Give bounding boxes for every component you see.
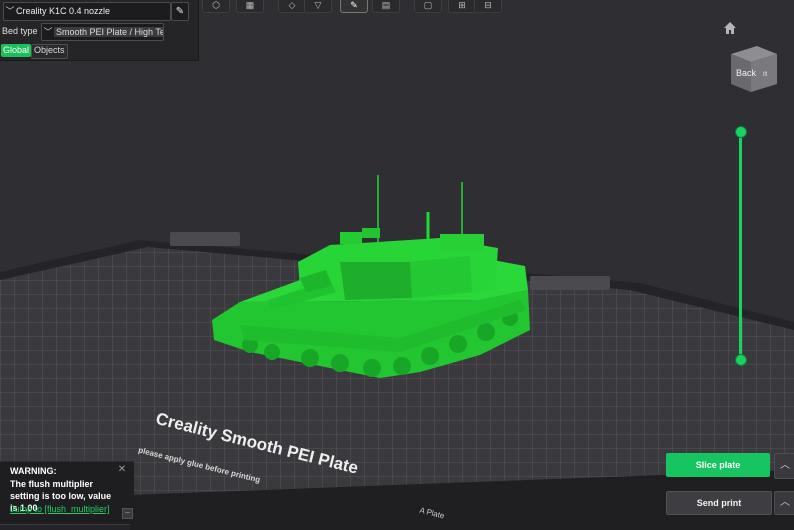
3d-viewport[interactable]: Creality Smooth PEI Plate please apply g… xyxy=(0,0,794,530)
tab-global[interactable]: Global xyxy=(1,44,32,57)
open-icon[interactable]: ⬡ xyxy=(202,0,230,13)
chevron-down-icon: ﹀ xyxy=(5,6,15,16)
warning-notification: WARNING: The flush multiplier setting is… xyxy=(0,461,134,524)
layer-slider-top-handle[interactable] xyxy=(735,126,747,138)
chevron-down-icon: ﹀ xyxy=(43,27,53,37)
layer-icon[interactable]: ▤ xyxy=(372,0,400,13)
chevron-up-icon[interactable]: ︿ xyxy=(774,491,794,515)
top-toolbar: ⬡ ▦ ◇ ▽ ✎ ▤ ▢ ⊞ ⊟ xyxy=(198,0,794,14)
support-paint-icon[interactable]: ✎ xyxy=(340,0,368,13)
printer-name: Creality K1C 0.4 nozzle xyxy=(16,6,111,16)
seam-icon[interactable]: ▢ xyxy=(414,0,442,13)
home-icon[interactable] xyxy=(723,21,737,35)
view-cube-label: Back xyxy=(736,68,757,78)
layer-slider-bottom-handle[interactable] xyxy=(735,354,747,366)
arrange-icon[interactable]: ⊟ xyxy=(474,0,502,13)
cube-icon[interactable]: ◇ xyxy=(278,0,306,13)
printer-select[interactable]: ﹀ Creality K1C 0.4 nozzle xyxy=(3,2,171,21)
plate-tab xyxy=(530,276,610,290)
printer-panel: ﹀ Creality K1C 0.4 nozzle ✎ Bed type ﹀ Smo… xyxy=(0,0,199,61)
pencil-icon[interactable]: ✎ xyxy=(171,2,189,21)
svg-text:lfl: lfl xyxy=(763,72,767,78)
warning-title: WARNING: xyxy=(10,466,57,476)
grid-icon[interactable]: ▦ xyxy=(236,0,264,13)
close-icon[interactable]: ✕ xyxy=(117,465,127,475)
bed-type-value: Smooth PEI Plate / High Te xyxy=(54,27,163,37)
slice-plate-button[interactable]: Slice plate xyxy=(666,453,770,477)
layer-slider-track[interactable] xyxy=(739,131,742,360)
bed-type-label: Bed type xyxy=(2,26,38,36)
chevron-up-icon[interactable]: ︿ xyxy=(774,453,794,479)
split-icon[interactable]: ⊞ xyxy=(448,0,476,13)
minimize-icon[interactable]: – xyxy=(122,508,133,519)
tab-objects[interactable]: Objects xyxy=(31,44,68,59)
bed-type-select[interactable]: ﹀ Smooth PEI Plate / High Te xyxy=(41,23,164,41)
send-print-button[interactable]: Send print xyxy=(666,491,772,515)
warning-link[interactable]: Jump to [flush_multiplier] xyxy=(10,504,110,514)
orient-icon[interactable]: ▽ xyxy=(304,0,332,13)
plate-logo-block xyxy=(170,232,240,246)
